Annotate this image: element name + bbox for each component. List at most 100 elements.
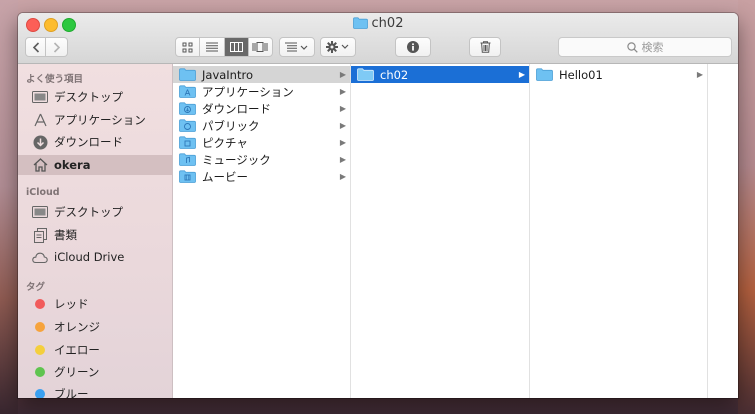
trash-icon — [480, 41, 490, 53]
sidebar-heading-favorites: よく使う項目 — [26, 74, 84, 85]
sidebar-tag-red[interactable]: レッド — [18, 294, 172, 314]
list-item-hello01[interactable]: Hello01 ▶ — [530, 66, 707, 83]
sidebar-item-home[interactable]: okera — [18, 155, 172, 175]
item-label: ムービー — [202, 169, 248, 184]
item-label: JavaIntro — [202, 67, 253, 82]
forward-button[interactable] — [46, 37, 68, 57]
sidebar-tag-blue[interactable]: ブルー — [18, 384, 172, 398]
disclosure-arrow-icon: ▶ — [339, 121, 346, 130]
columns-icon — [229, 42, 243, 52]
browser-column-1: JavaIntro ▶ アプリケーション ▶ ダウンロード ▶ パブリック ▶ … — [173, 64, 351, 398]
item-label: ダウンロード — [202, 101, 271, 116]
info-icon — [407, 41, 419, 53]
folder-icon — [352, 17, 368, 33]
disclosure-arrow-icon: ▶ — [339, 155, 346, 164]
browser-column-3: Hello01 ▶ — [530, 64, 708, 398]
desktop-icon — [32, 204, 48, 220]
sidebar-item-label: デスクトップ — [54, 90, 123, 104]
item-label: ch02 — [380, 67, 409, 82]
back-button[interactable] — [25, 37, 46, 57]
desktop-icon — [32, 89, 48, 105]
arrange-button[interactable] — [279, 37, 315, 57]
sidebar-item-applications[interactable]: アプリケーション — [18, 110, 172, 130]
window-title: ch02 — [371, 16, 404, 31]
list-view-button[interactable] — [200, 38, 225, 56]
sidebar-item-label: ダウンロード — [54, 135, 123, 149]
sidebar-tag-green[interactable]: グリーン — [18, 362, 172, 382]
folder-icon — [357, 68, 374, 81]
tag-dot-icon — [35, 345, 45, 355]
movies-folder-icon — [179, 170, 196, 183]
pictures-folder-icon — [179, 136, 196, 149]
view-mode-group — [175, 37, 273, 57]
list-item-movies[interactable]: ムービー ▶ — [173, 168, 350, 185]
list-item-ch02[interactable]: ch02 ▶ — [351, 66, 529, 83]
desktop-wallpaper-right — [738, 0, 755, 414]
list-item-applications[interactable]: アプリケーション ▶ — [173, 83, 350, 100]
item-label: ミュージック — [202, 152, 271, 167]
browser-column-4 — [708, 64, 738, 398]
disclosure-arrow-icon: ▶ — [339, 87, 346, 96]
search-icon — [626, 41, 638, 53]
chevron-left-icon — [32, 41, 39, 53]
sidebar-heading-icloud: iCloud — [26, 187, 60, 198]
tag-dot-icon — [35, 322, 45, 332]
sidebar-item-label: グリーン — [54, 365, 100, 379]
applications-icon — [32, 112, 48, 128]
sidebar-item-desktop[interactable]: デスクトップ — [18, 87, 172, 107]
sidebar-item-label: ブルー — [54, 387, 89, 398]
trash-button[interactable] — [469, 37, 501, 57]
finder-window: ch02 検索 よく使う項目 デスクトップ アプリケーション ダウンロード ok… — [18, 13, 738, 398]
download-icon — [32, 134, 48, 150]
item-label: アプリケーション — [202, 84, 294, 99]
column-view-button[interactable] — [224, 38, 249, 56]
applications-folder-icon — [179, 85, 196, 98]
item-label: Hello01 — [559, 67, 603, 82]
get-info-button[interactable] — [395, 37, 431, 57]
sidebar-item-label: オレンジ — [54, 320, 100, 334]
disclosure-arrow-icon: ▶ — [518, 70, 525, 79]
list-item-music[interactable]: ミュージック ▶ — [173, 151, 350, 168]
desktop-wallpaper-left — [0, 0, 18, 414]
tag-dot-icon — [35, 299, 45, 309]
documents-icon — [32, 227, 48, 243]
list-item-javaintro[interactable]: JavaIntro ▶ — [173, 66, 350, 83]
home-icon — [32, 157, 48, 173]
list-icon — [205, 42, 218, 52]
gear-icon — [326, 41, 349, 53]
disclosure-arrow-icon: ▶ — [339, 138, 346, 147]
tag-dot-icon — [35, 367, 45, 377]
sidebar-item-icloud-desktop[interactable]: デスクトップ — [18, 202, 172, 222]
sidebar-item-label: 書類 — [54, 228, 77, 242]
list-item-pictures[interactable]: ピクチャ ▶ — [173, 134, 350, 151]
coverflow-view-button[interactable] — [249, 38, 272, 56]
arrange-icon — [285, 42, 308, 52]
grid-icon — [182, 42, 193, 52]
folder-icon — [179, 68, 196, 81]
tag-dot-icon — [35, 389, 45, 398]
list-item-public[interactable]: パブリック ▶ — [173, 117, 350, 134]
list-item-downloads[interactable]: ダウンロード ▶ — [173, 100, 350, 117]
disclosure-arrow-icon: ▶ — [696, 70, 703, 79]
sidebar-item-label: イエロー — [54, 343, 100, 357]
action-button[interactable] — [320, 37, 356, 57]
icon-view-button[interactable] — [176, 38, 201, 56]
chevron-right-icon — [53, 41, 60, 53]
sidebar-item-label: okera — [54, 158, 91, 172]
sidebar-item-label: デスクトップ — [54, 205, 123, 219]
sidebar-item-icloud-drive[interactable]: iCloud Drive — [18, 247, 172, 267]
sidebar-item-downloads[interactable]: ダウンロード — [18, 132, 172, 152]
search-field[interactable]: 検索 — [558, 37, 732, 57]
browser-column-2: ch02 ▶ — [351, 64, 530, 398]
item-label: パブリック — [202, 118, 260, 133]
public-folder-icon — [179, 119, 196, 132]
sidebar-tag-orange[interactable]: オレンジ — [18, 317, 172, 337]
sidebar-heading-tags: タグ — [26, 282, 46, 293]
sidebar-item-documents[interactable]: 書類 — [18, 225, 172, 245]
sidebar-tag-yellow[interactable]: イエロー — [18, 340, 172, 360]
folder-icon — [536, 68, 553, 81]
music-folder-icon — [179, 153, 196, 166]
window-title-area: ch02 — [18, 16, 738, 33]
search-placeholder: 検索 — [641, 41, 664, 54]
coverflow-icon — [252, 42, 268, 52]
